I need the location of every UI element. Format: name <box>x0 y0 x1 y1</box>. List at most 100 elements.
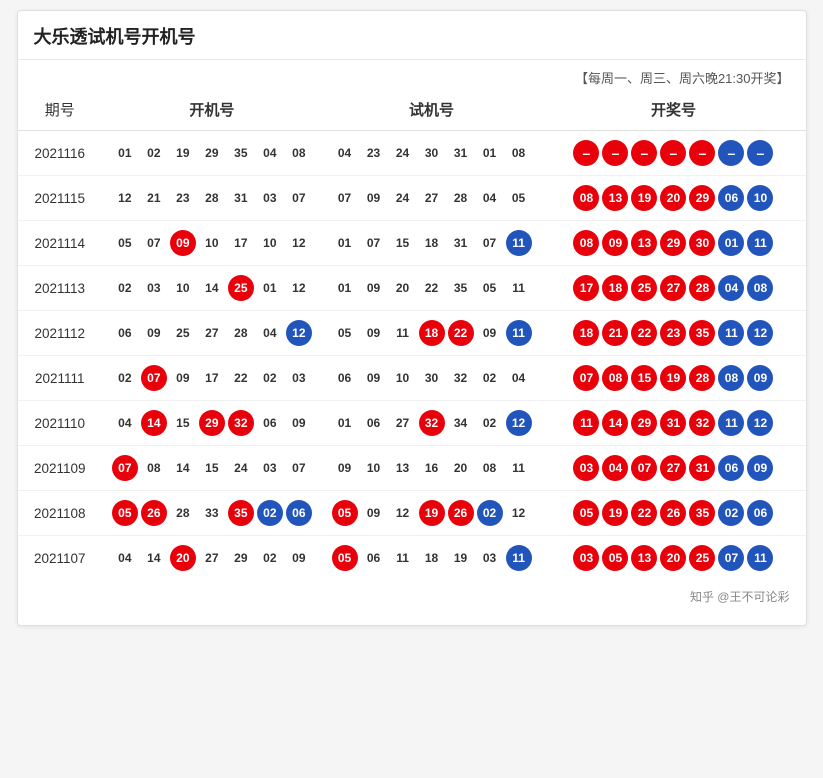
number-ball: 09 <box>747 365 773 391</box>
period-cell: 2021107 <box>18 536 103 581</box>
number-ball: 17 <box>573 275 599 301</box>
numbers-cell: 12212328310307 <box>102 176 322 221</box>
number-ball: 01 <box>257 275 283 301</box>
number-ball: 03 <box>257 455 283 481</box>
number-ball: 09 <box>361 275 387 301</box>
number-ball: 25 <box>170 320 196 346</box>
number-ball: 04 <box>602 455 628 481</box>
number-ball: 12 <box>506 500 532 526</box>
number-ball: 09 <box>141 320 167 346</box>
number-ball: 13 <box>631 545 657 571</box>
number-ball: 11 <box>718 410 744 436</box>
number-ball: 11 <box>506 320 532 346</box>
number-ball: 03 <box>141 275 167 301</box>
number-ball: 12 <box>506 410 532 436</box>
numbers-cell: 18212223351112 <box>541 311 805 356</box>
number-ball: 11 <box>718 320 744 346</box>
numbers-cell: 01092022350511 <box>322 266 542 311</box>
col-kaiji: 开机号 <box>102 89 322 131</box>
numbers-cell: 06091030320204 <box>322 356 542 401</box>
numbers-cell: 05192226350206 <box>541 491 805 536</box>
number-ball: 12 <box>747 320 773 346</box>
number-ball: 09 <box>747 455 773 481</box>
number-ball: 03 <box>257 185 283 211</box>
number-ball: 03 <box>573 455 599 481</box>
number-ball: 08 <box>286 140 312 166</box>
number-ball: 19 <box>602 500 628 526</box>
lottery-table: 期号 开机号 试机号 开奖号 2021116010219293504080423… <box>18 89 806 580</box>
number-ball: 22 <box>631 500 657 526</box>
number-ball: 23 <box>361 140 387 166</box>
number-ball: 01 <box>332 410 358 436</box>
number-ball: 07 <box>718 545 744 571</box>
number-ball: 02 <box>477 410 503 436</box>
number-ball: 25 <box>228 275 254 301</box>
number-ball: 30 <box>689 230 715 256</box>
number-ball: 18 <box>419 545 445 571</box>
number-ball: 25 <box>631 275 657 301</box>
number-ball: 06 <box>112 320 138 346</box>
number-ball: 04 <box>112 410 138 436</box>
number-ball: 11 <box>747 545 773 571</box>
number-ball: 09 <box>361 320 387 346</box>
number-ball: 30 <box>419 365 445 391</box>
number-ball: – <box>747 140 773 166</box>
number-ball: 20 <box>390 275 416 301</box>
number-ball: 07 <box>141 365 167 391</box>
number-ball: 07 <box>141 230 167 256</box>
number-ball: 01 <box>332 275 358 301</box>
number-ball: 08 <box>573 230 599 256</box>
number-ball: 19 <box>660 365 686 391</box>
table-row: 2021114050709101710120107151831071108091… <box>18 221 806 266</box>
number-ball: 05 <box>332 500 358 526</box>
number-ball: 10 <box>390 365 416 391</box>
subtitle: 【每周一、周三、周六晚21:30开奖】 <box>18 60 806 89</box>
number-ball: 06 <box>361 545 387 571</box>
number-ball: 17 <box>199 365 225 391</box>
period-cell: 2021108 <box>18 491 103 536</box>
number-ball: 32 <box>448 365 474 391</box>
number-ball: 01 <box>112 140 138 166</box>
number-ball: 05 <box>332 545 358 571</box>
number-ball: 09 <box>170 365 196 391</box>
number-ball: 09 <box>170 230 196 256</box>
number-ball: 21 <box>141 185 167 211</box>
number-ball: 28 <box>448 185 474 211</box>
number-ball: 20 <box>170 545 196 571</box>
number-ball: 07 <box>286 455 312 481</box>
period-cell: 2021114 <box>18 221 103 266</box>
number-ball: 22 <box>419 275 445 301</box>
number-ball: 09 <box>361 185 387 211</box>
number-ball: 03 <box>573 545 599 571</box>
number-ball: 08 <box>747 275 773 301</box>
number-ball: 15 <box>390 230 416 256</box>
number-ball: 15 <box>199 455 225 481</box>
number-ball: 17 <box>228 230 254 256</box>
number-ball: 06 <box>286 500 312 526</box>
number-ball: 08 <box>573 185 599 211</box>
number-ball: 05 <box>112 230 138 256</box>
numbers-cell: 04142027290209 <box>102 536 322 581</box>
numbers-cell: 03040727310609 <box>541 446 805 491</box>
number-ball: 07 <box>477 230 503 256</box>
number-ball: 29 <box>631 410 657 436</box>
number-ball: – <box>689 140 715 166</box>
number-ball: 12 <box>286 320 312 346</box>
number-ball: 14 <box>199 275 225 301</box>
number-ball: 26 <box>660 500 686 526</box>
number-ball: 27 <box>199 545 225 571</box>
number-ball: 19 <box>170 140 196 166</box>
number-ball: 35 <box>689 320 715 346</box>
number-ball: 27 <box>419 185 445 211</box>
number-ball: 31 <box>689 455 715 481</box>
number-ball: 18 <box>419 230 445 256</box>
number-ball: 32 <box>689 410 715 436</box>
number-ball: 27 <box>660 275 686 301</box>
number-ball: 06 <box>361 410 387 436</box>
number-ball: 31 <box>448 230 474 256</box>
number-ball: 11 <box>573 410 599 436</box>
number-ball: 35 <box>228 500 254 526</box>
numbers-cell: ––––––– <box>541 131 805 176</box>
number-ball: 22 <box>228 365 254 391</box>
number-ball: 12 <box>286 230 312 256</box>
